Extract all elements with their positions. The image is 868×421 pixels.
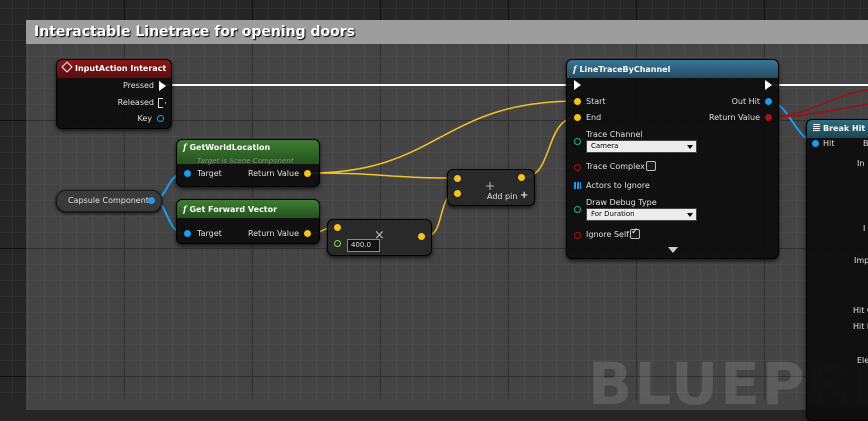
gfv-title: Get Forward Vector [189, 205, 278, 214]
lt-start-label: Start [586, 97, 606, 106]
lt-header[interactable]: f LineTraceByChannel [567, 60, 778, 78]
gwl-subtitle: Target is Scene Component [197, 157, 294, 165]
gwl-header[interactable]: f GetWorldLocation Target is Scene Compon… [177, 140, 319, 165]
lt-return-pin[interactable] [765, 114, 772, 121]
lt-trace-complex-pin[interactable] [574, 164, 581, 171]
break-hit-header[interactable]: Break Hit Re [807, 120, 868, 138]
gfv-target-label: Target [197, 229, 222, 238]
multiply-node[interactable]: × 400.0 [327, 219, 432, 256]
input-action-header[interactable]: InputAction Interact [57, 60, 171, 78]
break-out-1: Bl [863, 139, 868, 148]
lt-return-label: Return Value [708, 113, 760, 122]
break-out-2: In [857, 159, 865, 168]
array-icon[interactable] [574, 182, 581, 189]
lt-trace-channel-label: Trace Channel [586, 130, 643, 139]
key-pin[interactable] [157, 115, 164, 122]
lt-draw-debug-label: Draw Debug Type [586, 198, 657, 207]
lt-trace-channel-dropdown[interactable]: Camera [586, 140, 697, 153]
lt-trace-channel-value: Camera [591, 142, 619, 150]
gwl-target-pin[interactable] [184, 170, 191, 177]
break-hit-label: Hit [823, 139, 835, 148]
add-pin-icon[interactable]: + [520, 190, 528, 201]
gfv-return-label: Return Value [247, 229, 299, 238]
lt-draw-debug-pin[interactable] [574, 206, 581, 213]
lt-ignore-self-pin[interactable] [574, 232, 581, 239]
gwl-target-label: Target [197, 169, 222, 178]
function-icon: f [183, 204, 187, 214]
lt-ignore-self-checkbox[interactable] [630, 227, 640, 239]
lt-start-pin[interactable] [574, 98, 581, 105]
break-out-5: Impa [854, 256, 868, 265]
multiply-value-input[interactable]: 400.0 [347, 239, 380, 252]
get-world-location-node[interactable]: f GetWorldLocation Target is Scene Compon… [176, 139, 320, 187]
input-action-title: InputAction Interact [75, 64, 167, 73]
multiply-in-a-pin[interactable] [334, 224, 341, 231]
lt-draw-debug-value: For Duration [591, 210, 635, 218]
released-label: Released [117, 98, 154, 107]
vector-wire-wl-add [308, 172, 459, 179]
break-out-4: I [863, 224, 866, 233]
input-action-node[interactable]: InputAction Interact Pressed Released Ke… [56, 59, 172, 129]
break-out-8: Hit It [853, 322, 868, 331]
add-symbol: + [485, 179, 496, 193]
lt-out-hit-label: Out Hit [731, 97, 760, 106]
lt-ignore-self-label: Ignore Self [586, 230, 630, 239]
break-out-7: Hit C [853, 306, 868, 315]
pressed-label: Pressed [122, 81, 154, 90]
capsule-label: Capsule Component [68, 196, 149, 205]
lt-title: LineTraceByChannel [579, 65, 671, 74]
function-icon: f [573, 64, 577, 74]
pressed-exec-pin[interactable] [159, 81, 166, 91]
chevron-down-icon [687, 145, 693, 149]
gwl-return-pin[interactable] [304, 170, 311, 177]
lt-end-label: End [586, 113, 602, 122]
break-out-10: Ele [857, 356, 868, 365]
lt-actors-ignore-label: Actors to Ignore [586, 181, 650, 190]
multiply-in-b-pin[interactable] [334, 240, 341, 247]
chevron-down-icon [687, 213, 693, 217]
gfv-target-pin[interactable] [184, 230, 191, 237]
multiply-out-pin[interactable] [418, 233, 425, 240]
lt-end-pin[interactable] [574, 114, 581, 121]
gfv-header[interactable]: f Get Forward Vector [177, 200, 319, 218]
lt-out-hit-pin[interactable] [765, 98, 772, 105]
key-label: Key [137, 114, 152, 123]
get-forward-vector-node[interactable]: f Get Forward Vector Target Return Value [176, 199, 320, 244]
break-icon [813, 124, 820, 131]
gwl-title: GetWorldLocation [189, 143, 271, 152]
break-hit-in-pin[interactable] [812, 140, 819, 147]
break-hit-node[interactable]: Break Hit Re Hit Bl In I Impa Hit C Hit … [806, 119, 868, 421]
add-in-b-pin[interactable] [454, 190, 461, 197]
lt-exec-in-pin[interactable] [574, 80, 581, 90]
add-pin-label[interactable]: Add pin [487, 192, 517, 201]
capsule-component-node[interactable]: Capsule Component [56, 190, 162, 212]
add-in-a-pin[interactable] [454, 175, 461, 182]
event-icon [61, 61, 73, 73]
lt-trace-channel-pin[interactable] [574, 138, 581, 145]
lt-trace-complex-checkbox[interactable] [646, 161, 656, 171]
add-out-pin[interactable] [518, 174, 525, 181]
vector-wire-start [308, 100, 579, 174]
function-icon: f [183, 142, 187, 152]
released-exec-pin[interactable] [158, 98, 166, 108]
gfv-return-pin[interactable] [304, 230, 311, 237]
capsule-out-pin[interactable] [148, 197, 155, 204]
line-trace-node[interactable]: f LineTraceByChannel Start Out Hit End Re… [566, 59, 779, 259]
lt-draw-debug-dropdown[interactable]: For Duration [586, 208, 697, 221]
lt-exec-out-pin[interactable] [765, 80, 772, 90]
gwl-return-label: Return Value [247, 169, 299, 178]
lt-trace-complex-label: Trace Complex [586, 162, 645, 171]
break-hit-title: Break Hit Re [823, 124, 868, 133]
add-node[interactable]: + Add pin + [447, 169, 535, 206]
expand-advanced-chevron-icon[interactable] [668, 247, 678, 253]
